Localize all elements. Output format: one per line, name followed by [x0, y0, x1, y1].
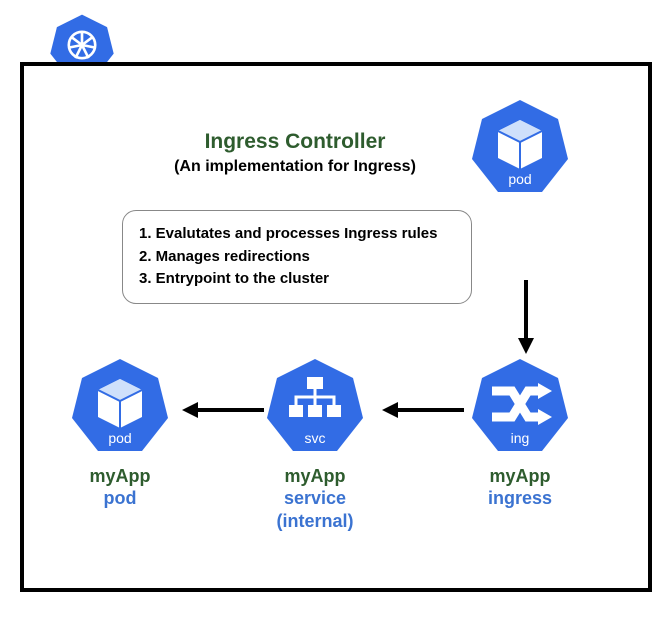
rule-item-1: 1. Evalutates and processes Ingress rule… [139, 223, 455, 246]
svg-text:pod: pod [508, 171, 531, 187]
arrow-ing-to-svc [378, 398, 468, 427]
service-icon: svc [265, 355, 365, 455]
node-ing: ing myApp ingress [470, 355, 570, 510]
svc-type: service [265, 487, 365, 510]
pod-icon: pod [470, 96, 570, 196]
svc-extra: (internal) [265, 510, 365, 533]
rule-item-2: 2. Manages redirections [139, 246, 455, 269]
ingress-icon: ing [470, 355, 570, 455]
controller-subtitle: (An implementation for Ingress) [130, 158, 460, 176]
rule-item-3: 3. Entrypoint to the cluster [139, 268, 455, 291]
svg-text:svc: svc [305, 430, 326, 446]
pod-type: pod [70, 487, 170, 510]
controller-heading: Ingress Controller (An implementation fo… [130, 130, 460, 176]
arrow-controller-to-ingress [514, 280, 544, 365]
ing-name: myApp [470, 466, 570, 487]
node-svc: svc myApp service (internal) [265, 355, 365, 532]
svg-text:pod: pod [108, 430, 131, 446]
ing-type: ingress [470, 487, 570, 510]
controller-pod-node: pod [470, 96, 570, 201]
svc-name: myApp [265, 466, 365, 487]
pod-icon: pod [70, 355, 170, 455]
pod-name: myApp [70, 466, 170, 487]
svg-text:ing: ing [511, 430, 530, 446]
controller-title: Ingress Controller [130, 130, 460, 154]
arrow-svc-to-pod [178, 398, 268, 427]
rules-box: 1. Evalutates and processes Ingress rule… [122, 210, 472, 304]
node-pod: pod myApp pod [70, 355, 170, 510]
